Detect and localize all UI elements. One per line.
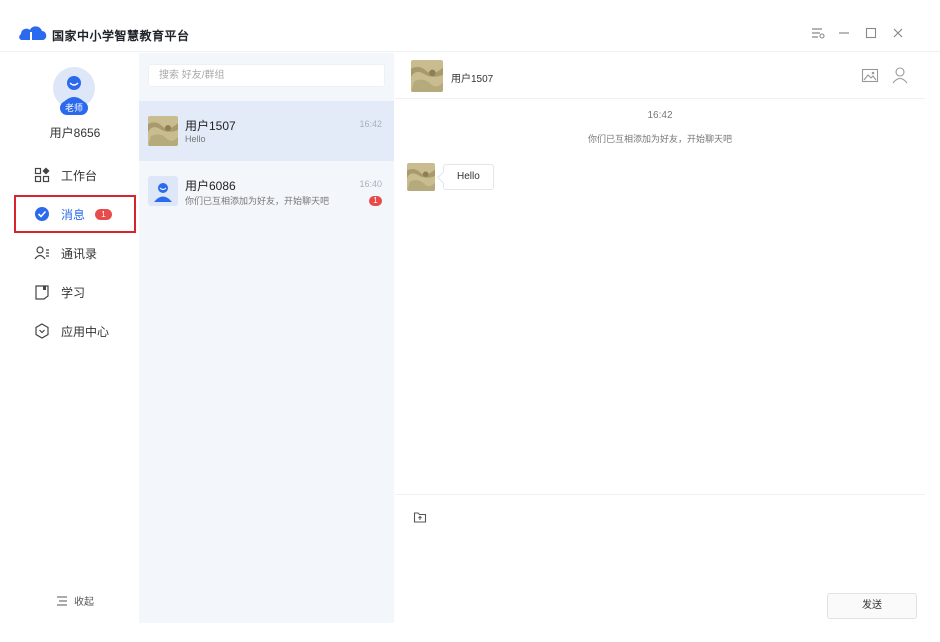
left-sidebar: 老师 用户8656 工作台 消息 1 通讯录 学习 应用中心 收起 [0,53,138,642]
system-timestamp: 16:42 [647,110,673,121]
book-icon [35,285,49,300]
nav-item-label: 学习 [61,285,86,300]
grid-icon [34,167,50,183]
conversation-last-message: Hello [185,134,206,144]
unread-badge: 1 [369,196,382,206]
close-icon[interactable] [890,25,906,41]
nav-item-label: 消息 [61,207,86,222]
collapse-button[interactable]: 收起 [56,593,94,608]
maximize-icon[interactable] [863,25,879,41]
file-upload-icon[interactable] [413,510,427,524]
nav-item-label: 应用中心 [61,324,110,339]
app-title: 国家中小学智慧教育平台 [52,29,190,43]
minimize-icon[interactable] [836,25,852,41]
conversation-name: 用户1507 [185,119,236,133]
window-edge [925,53,940,642]
conversation-item[interactable]: 用户1507 Hello 16:42 [139,101,394,161]
user-avatar-icon [154,183,172,202]
app-logo-icon [19,26,47,42]
nav-item-app-center[interactable]: 应用中心 [14,312,136,350]
chat-contact-avatar[interactable] [411,60,443,92]
contact-avatar [148,176,178,206]
conversation-list: 搜索 好友/群组 用户1507 Hello 16:42 用户6086 你们已互相… [139,53,394,623]
send-button[interactable]: 发送 [827,593,917,619]
system-notice: 你们已互相添加为好友，开始聊天吧 [587,134,732,144]
message-check-icon [35,207,49,221]
username: 用户8656 [49,126,101,140]
conversation-time: 16:42 [359,119,382,129]
message-avatar[interactable] [407,163,435,191]
chat-panel: 用户1507 16:42 你们已互相添加为好友，开始聊天吧 Hello 发送 [395,53,925,623]
nav-item-study[interactable]: 学习 [14,273,136,311]
map-avatar-icon [407,163,435,191]
chat-title: 用户1507 [451,74,494,85]
contacts-icon [34,246,49,260]
settings-menu-icon[interactable] [810,25,826,41]
collapse-menu-icon [57,595,67,606]
message-bubble[interactable]: Hello [443,164,494,190]
nav-item-label: 工作台 [61,168,98,183]
conversation-time: 16:40 [359,179,382,189]
image-gallery-icon[interactable] [861,66,879,84]
contact-avatar [148,116,178,146]
role-badge: 老师 [60,101,88,115]
map-avatar-icon [148,116,178,146]
nav-item-workbench[interactable]: 工作台 [14,156,136,194]
app-center-icon [35,323,49,339]
map-avatar-icon [411,60,443,92]
conversation-name: 用户6086 [185,179,236,193]
window-edge [139,623,925,642]
chat-header: 用户1507 [395,53,925,99]
nav-item-messages[interactable]: 消息 1 [14,195,136,233]
conversation-item[interactable]: 用户6086 你们已互相添加为好友，开始聊天吧 16:40 1 [139,161,394,221]
conversation-last-message: 你们已互相添加为好友，开始聊天吧 [185,196,330,206]
search-input[interactable]: 搜索 好友/群组 [148,64,385,87]
collapse-label: 收起 [74,597,94,608]
title-bar: 国家中小学智慧教育平台 [0,0,940,52]
nav-item-label: 通讯录 [61,246,98,261]
nav-item-contacts[interactable]: 通讯录 [14,234,136,272]
message-input-area[interactable]: 发送 [395,494,925,623]
unread-badge: 1 [95,208,113,220]
user-profile-icon[interactable] [891,66,909,84]
